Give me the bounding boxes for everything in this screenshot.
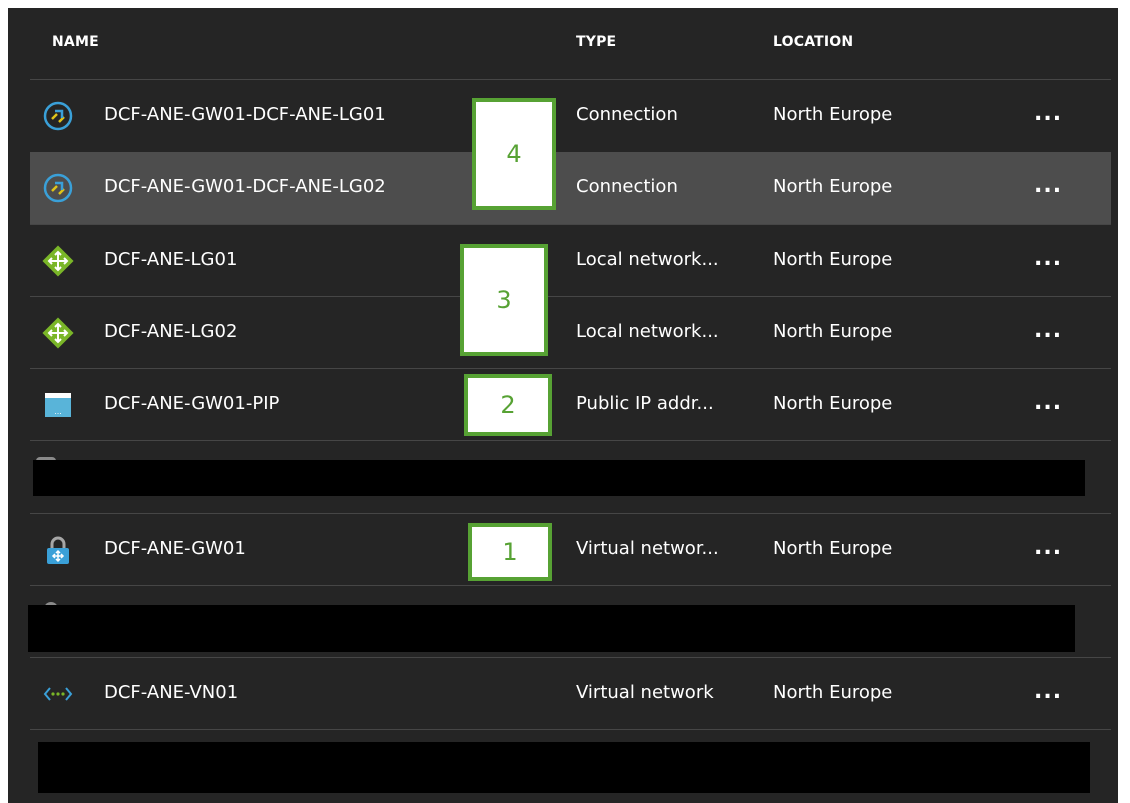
more-options-button[interactable]: ... <box>1034 318 1062 343</box>
column-header-name[interactable]: NAME <box>52 34 99 50</box>
resource-location: North Europe <box>773 249 893 270</box>
resource-type: Connection <box>576 176 678 197</box>
more-options-button[interactable]: ... <box>1034 535 1062 560</box>
svg-text:...: ... <box>54 407 62 416</box>
column-header-location[interactable]: LOCATION <box>773 34 853 50</box>
more-options-button[interactable]: ... <box>1034 679 1062 704</box>
callout-1: 1 <box>468 523 552 581</box>
resource-name[interactable]: DCF-ANE-GW01-DCF-ANE-LG01 <box>104 104 386 125</box>
resource-type: Connection <box>576 104 678 125</box>
resource-type: Virtual networ... <box>576 538 719 559</box>
resource-name[interactable]: DCF-ANE-GW01-DCF-ANE-LG02 <box>104 176 386 197</box>
redaction-bar <box>33 460 1085 496</box>
more-options-button[interactable]: ... <box>1034 390 1062 415</box>
public-ip-icon: ... <box>42 389 74 421</box>
resource-location: North Europe <box>773 538 893 559</box>
virtual-network-gateway-icon <box>42 534 74 566</box>
resource-location: North Europe <box>773 104 893 125</box>
resource-list-panel: NAME TYPE LOCATION DCF-ANE-GW01-DCF-ANE-… <box>8 8 1118 803</box>
resource-type: Local network... <box>576 249 719 270</box>
resource-name[interactable]: DCF-ANE-LG01 <box>104 249 237 270</box>
virtual-network-icon <box>42 678 74 710</box>
column-header-type[interactable]: TYPE <box>576 34 616 50</box>
more-options-button[interactable]: ... <box>1034 101 1062 126</box>
more-options-button[interactable]: ... <box>1034 246 1062 271</box>
resource-name[interactable]: DCF-ANE-VN01 <box>104 682 238 703</box>
table-row[interactable]: DCF-ANE-GW01 Virtual networ... North Eur… <box>30 514 1111 586</box>
table-row[interactable]: DCF-ANE-LG02 Local network... North Euro… <box>30 297 1111 369</box>
callout-4: 4 <box>472 98 556 210</box>
resource-location: North Europe <box>773 393 893 414</box>
resource-location: North Europe <box>773 176 893 197</box>
divider <box>30 729 1111 730</box>
resource-name[interactable]: DCF-ANE-GW01-PIP <box>104 393 279 414</box>
connection-icon <box>42 172 74 204</box>
divider <box>30 585 1111 586</box>
resource-location: North Europe <box>773 321 893 342</box>
table-row[interactable]: DCF-ANE-GW01-DCF-ANE-LG01 Connection Nor… <box>30 80 1111 152</box>
callout-3: 3 <box>460 244 548 356</box>
local-network-gateway-icon <box>42 245 74 277</box>
local-network-gateway-icon <box>42 317 74 349</box>
table-row[interactable]: DCF-ANE-VN01 Virtual network North Europ… <box>30 658 1111 730</box>
resource-name[interactable]: DCF-ANE-GW01 <box>104 538 246 559</box>
callout-2: 2 <box>464 374 552 436</box>
table-row[interactable]: ... DCF-ANE-GW01-PIP Public IP addr... N… <box>30 369 1111 441</box>
divider <box>30 440 1111 441</box>
redaction-bar <box>38 742 1090 793</box>
resource-type: Virtual network <box>576 682 714 703</box>
resource-location: North Europe <box>773 682 893 703</box>
redaction-bar <box>28 605 1075 652</box>
more-options-button[interactable]: ... <box>1034 173 1062 198</box>
table-row-selected[interactable]: DCF-ANE-GW01-DCF-ANE-LG02 Connection Nor… <box>30 152 1111 224</box>
resource-name[interactable]: DCF-ANE-LG02 <box>104 321 237 342</box>
table-row[interactable]: DCF-ANE-LG01 Local network... North Euro… <box>30 225 1111 297</box>
resource-type: Local network... <box>576 321 719 342</box>
connection-icon <box>42 100 74 132</box>
resource-type: Public IP addr... <box>576 393 714 414</box>
